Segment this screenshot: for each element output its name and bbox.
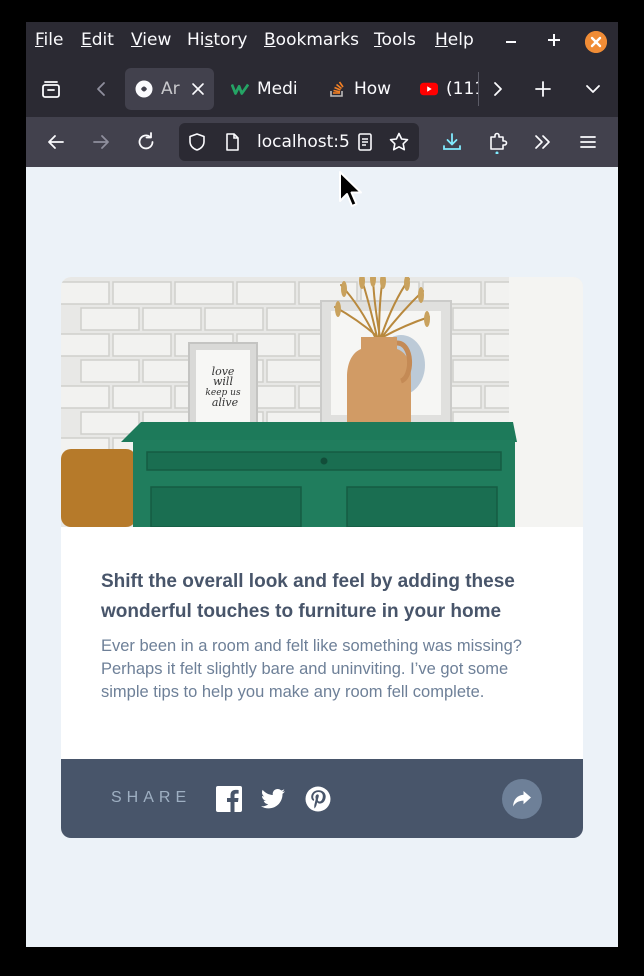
svg-text:will: will (213, 375, 233, 388)
navigation-toolbar: localhost:5 (26, 117, 618, 167)
list-all-tabs-icon[interactable] (578, 74, 608, 104)
facebook-icon[interactable] (215, 785, 243, 813)
menu-help[interactable]: Help (435, 30, 474, 50)
url-text[interactable]: localhost:5 (257, 132, 349, 152)
browser-window: File Edit View History Bookmarks Tools H… (26, 22, 618, 947)
tab-label: (111 (446, 79, 478, 99)
article-preview-card: love will keep us alive Shift the overal… (61, 277, 583, 838)
page-content: love will keep us alive Shift the overal… (26, 167, 618, 947)
url-bar[interactable]: localhost:5 (179, 123, 419, 161)
menu-tools[interactable]: Tools (374, 30, 416, 50)
close-icon[interactable] (585, 31, 607, 53)
reader-view-icon[interactable] (350, 127, 380, 157)
menu-bookmarks[interactable]: Bookmarks (264, 30, 359, 50)
bookmark-star-icon[interactable] (384, 127, 414, 157)
share-label: SHARE (111, 789, 192, 806)
tab-label: How (354, 79, 392, 99)
tab-youtube[interactable]: (111 (410, 68, 478, 110)
tab-article[interactable]: Ar (125, 68, 214, 110)
forward-icon[interactable] (86, 127, 116, 157)
tab-medium[interactable]: Medi (221, 68, 301, 110)
stackoverflow-icon (328, 80, 346, 98)
menu-edit[interactable]: Edit (81, 30, 114, 50)
page-icon[interactable] (217, 127, 247, 157)
menu-history[interactable]: History (187, 30, 248, 50)
tab-scroll-right-icon[interactable] (482, 74, 512, 104)
menu-view[interactable]: View (131, 30, 171, 50)
menu-bar: File Edit View History Bookmarks Tools H… (26, 22, 618, 60)
mouse-cursor-icon (339, 171, 362, 207)
maximize-icon[interactable] (543, 31, 565, 53)
article-headline[interactable]: Shift the overall look and feel by addin… (101, 567, 551, 627)
app-menu-icon[interactable] (573, 127, 603, 157)
webflow-icon (231, 80, 249, 98)
twitter-icon[interactable] (259, 785, 287, 813)
share-bar: SHARE (61, 759, 583, 838)
svg-text:alive: alive (212, 396, 239, 409)
pinterest-icon[interactable] (304, 785, 332, 813)
tab-favicon-icon (135, 80, 153, 98)
tab-label: Ar (161, 79, 180, 99)
new-tab-icon[interactable] (528, 74, 558, 104)
menu-file[interactable]: File (35, 30, 63, 50)
tab-manager-icon[interactable] (36, 74, 66, 104)
tab-bar: Ar Medi How (111 (26, 62, 618, 116)
tab-stackoverflow[interactable]: How (318, 68, 398, 110)
back-icon[interactable] (41, 127, 71, 157)
share-arrow-icon (513, 791, 531, 807)
shield-icon[interactable] (182, 127, 212, 157)
extensions-icon[interactable] (483, 127, 513, 157)
minimize-icon[interactable] (500, 31, 522, 53)
youtube-icon (420, 80, 438, 98)
tab-scroll-left-icon[interactable] (87, 74, 117, 104)
downloads-icon[interactable] (437, 127, 467, 157)
tab-divider (478, 72, 479, 106)
tab-label: Medi (257, 79, 298, 99)
article-image: love will keep us alive (61, 277, 583, 527)
reload-icon[interactable] (131, 127, 161, 157)
tab-close-icon[interactable] (191, 82, 205, 96)
share-button[interactable] (502, 779, 542, 819)
article-description: Ever been in a room and felt like someth… (101, 637, 522, 701)
overflow-icon[interactable] (528, 127, 558, 157)
